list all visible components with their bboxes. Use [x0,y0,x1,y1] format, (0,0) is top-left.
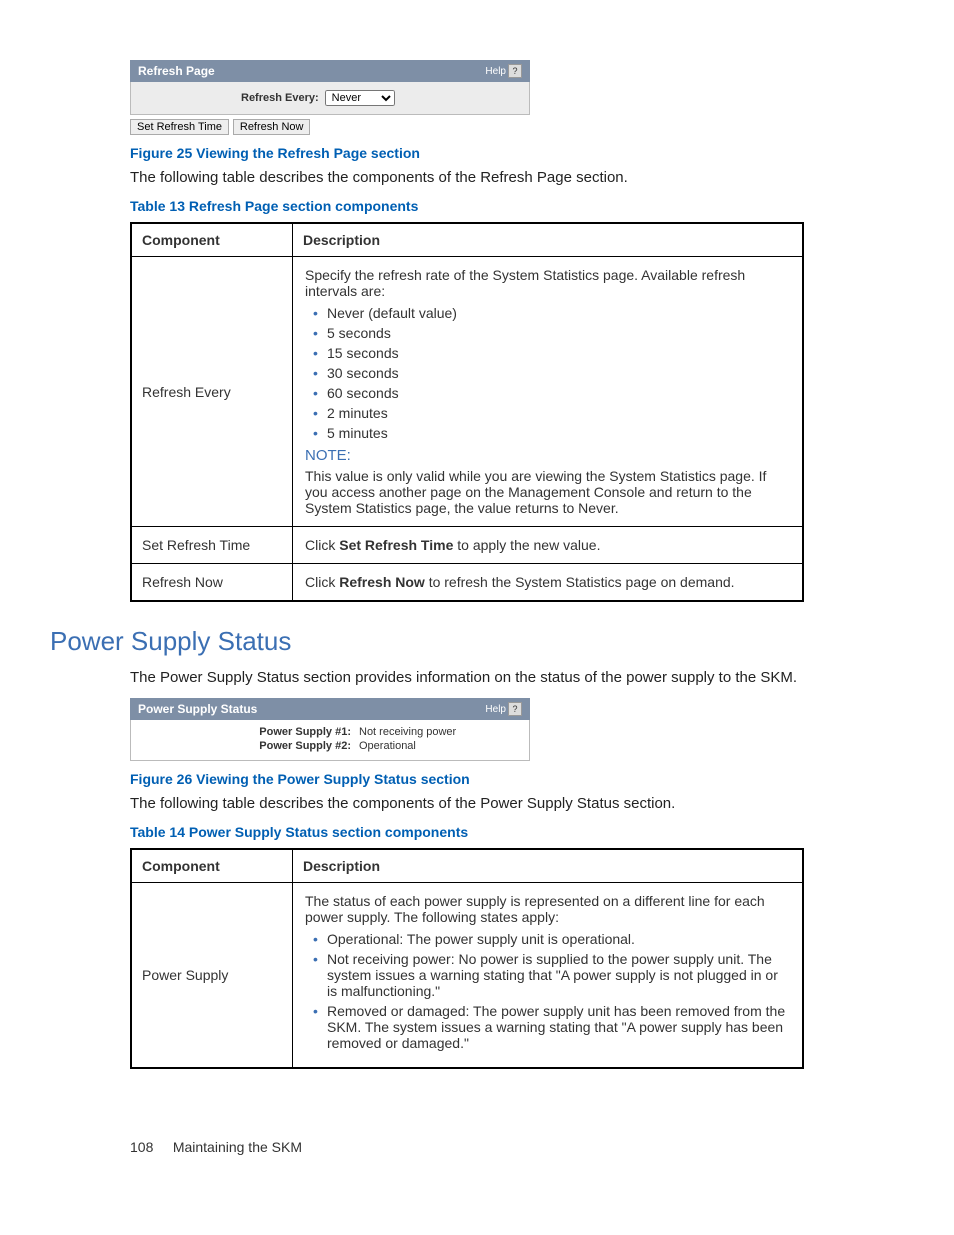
page-footer: 108 Maintaining the SKM [50,1139,804,1155]
figure-26-text: The following table describes the compon… [130,795,804,812]
refresh-every-label: Refresh Every: [241,92,319,104]
list-item: Removed or damaged: The power supply uni… [309,1003,790,1051]
refresh-page-panel-header: Refresh Page Help ? [130,60,530,82]
help-label: Help [485,66,506,77]
page-number: 108 [130,1139,153,1155]
help-label: Help [485,704,506,715]
table-13-caption: Table 13 Refresh Page section components [130,198,804,214]
component-cell: Refresh Every [131,257,293,527]
list-item: Never (default value) [309,305,790,321]
list-item: 2 minutes [309,405,790,421]
table-row: Refresh Now Click Refresh Now to refresh… [131,564,803,602]
list-item: 5 minutes [309,425,790,441]
note-label: NOTE: [305,447,790,464]
psu2-label: Power Supply #2: [231,740,351,752]
help-link[interactable]: Help ? [485,64,522,78]
psu2-value: Operational [359,740,416,752]
description-cell: Click Set Refresh Time to apply the new … [293,527,804,564]
table-header-description: Description [293,223,804,257]
table-row: Set Refresh Time Click Set Refresh Time … [131,527,803,564]
table-14: Component Description Power Supply The s… [130,848,804,1069]
refresh-page-buttons: Set Refresh Time Refresh Now [130,117,530,135]
power-supply-intro: The Power Supply Status section provides… [130,669,804,686]
table-header-description: Description [293,849,804,883]
help-icon: ? [508,702,522,716]
table-13: Component Description Refresh Every Spec… [130,222,804,602]
list-item: 60 seconds [309,385,790,401]
table-row: Power Supply The status of each power su… [131,883,803,1069]
list-item: 15 seconds [309,345,790,361]
footer-title: Maintaining the SKM [173,1139,302,1155]
psu1-value: Not receiving power [359,726,456,738]
figure-25-caption: Figure 25 Viewing the Refresh Page secti… [130,145,804,161]
component-cell: Power Supply [131,883,293,1069]
help-icon: ? [508,64,522,78]
list-item: Operational: The power supply unit is op… [309,931,790,947]
psu1-label: Power Supply #1: [231,726,351,738]
list-item: 5 seconds [309,325,790,341]
refresh-every-select[interactable]: Never [325,90,395,106]
figure-26-caption: Figure 26 Viewing the Power Supply Statu… [130,771,804,787]
refresh-page-title: Refresh Page [138,64,215,78]
power-supply-title: Power Supply Status [138,702,257,716]
figure-25-text: The following table describes the compon… [130,169,804,186]
component-cell: Set Refresh Time [131,527,293,564]
list-item: 30 seconds [309,365,790,381]
table-row: Refresh Every Specify the refresh rate o… [131,257,803,527]
refresh-page-panel-body: Refresh Every: Never [130,82,530,115]
table-header-component: Component [131,849,293,883]
table-header-component: Component [131,223,293,257]
table-14-caption: Table 14 Power Supply Status section com… [130,824,804,840]
description-cell: Specify the refresh rate of the System S… [293,257,804,527]
note-text: This value is only valid while you are v… [305,468,790,516]
power-supply-status-heading: Power Supply Status [50,626,804,657]
power-supply-panel-body: Power Supply #1: Not receiving power Pow… [130,720,530,761]
component-cell: Refresh Now [131,564,293,602]
refresh-now-button[interactable]: Refresh Now [233,119,311,135]
help-link[interactable]: Help ? [485,702,522,716]
description-cell: Click Refresh Now to refresh the System … [293,564,804,602]
power-supply-screenshot: Power Supply Status Help ? Power Supply … [130,698,530,761]
list-item: Not receiving power: No power is supplie… [309,951,790,999]
set-refresh-time-button[interactable]: Set Refresh Time [130,119,229,135]
refresh-page-screenshot: Refresh Page Help ? Refresh Every: Never… [130,60,530,135]
description-cell: The status of each power supply is repre… [293,883,804,1069]
power-supply-panel-header: Power Supply Status Help ? [130,698,530,720]
